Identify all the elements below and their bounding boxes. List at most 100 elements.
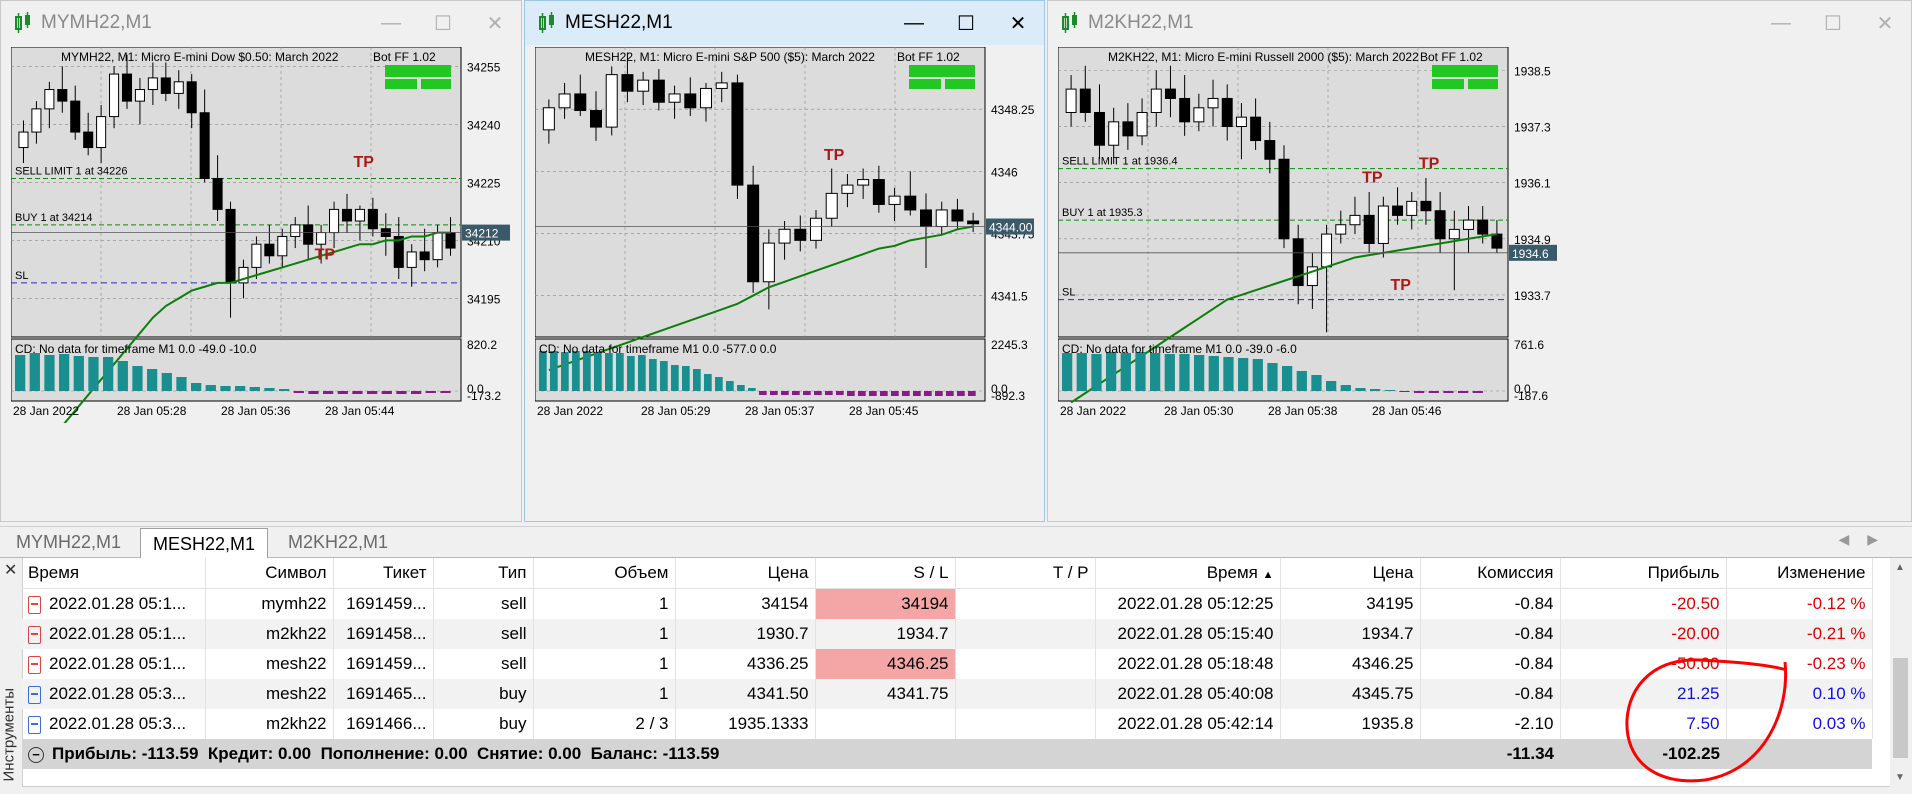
table-row[interactable]: 2022.01.28 05:1... mymh22 1691459... sel… xyxy=(22,588,1873,619)
chart-window-icon xyxy=(1062,12,1077,33)
column-header[interactable]: Цена xyxy=(675,558,816,589)
tab-mymh22[interactable]: MYMH22,M1 xyxy=(4,527,133,557)
candle-body xyxy=(264,243,275,257)
price-tick-label: 1933.7 xyxy=(1514,289,1551,303)
window-titlebar[interactable]: M2KH22,M1 — ☐ ✕ xyxy=(1048,1,1911,45)
close-button[interactable]: ✕ xyxy=(992,11,1044,36)
minimize-button[interactable]: — xyxy=(888,12,940,35)
column-header[interactable]: Изменение xyxy=(1726,558,1873,589)
indicator-axis-label: 761.6 xyxy=(1514,338,1544,352)
cell-tp xyxy=(955,679,1096,709)
histogram-bar xyxy=(367,391,378,394)
cell-symbol: mesh22 xyxy=(205,679,334,709)
summary-row: − Прибыль: -113.59 Кредит: 0.00 Пополнени… xyxy=(22,739,1872,769)
column-header[interactable]: Время xyxy=(22,558,206,589)
candle-body xyxy=(747,184,760,283)
column-header[interactable]: Комиссия xyxy=(1420,558,1561,589)
tab-scroll-arrows[interactable]: ◀▶ xyxy=(1838,531,1896,548)
time-axis-label: 28 Jan 05:30 xyxy=(1164,404,1234,418)
candle-body xyxy=(419,251,430,261)
column-header-sorted[interactable]: Время ▲ xyxy=(1095,558,1281,589)
window-titlebar[interactable]: MESH22,M1 — ☐ ✕ xyxy=(525,1,1044,45)
cell-sl: 4346.25 xyxy=(815,649,956,679)
candle-body xyxy=(57,89,68,102)
candle-body xyxy=(1065,88,1077,113)
cell-volume: 2 / 3 xyxy=(533,709,676,739)
candle-body xyxy=(31,108,42,133)
price-chart[interactable]: 3425534240342253421034195SELL LIMIT 1 at… xyxy=(11,47,513,423)
candle-body xyxy=(1108,121,1120,146)
column-header[interactable]: Прибыль xyxy=(1560,558,1727,589)
histogram-bar xyxy=(1311,375,1322,391)
cell-sl: 34194 xyxy=(815,588,956,619)
scrollbar-thumb[interactable] xyxy=(1893,658,1908,758)
histogram-bar xyxy=(748,388,756,391)
price-chart[interactable]: 4348.2543464343.754341.5TP4344.00MESH22,… xyxy=(535,47,1037,423)
histogram-bar xyxy=(715,377,723,391)
tab-m2kh22[interactable]: M2KH22,M1 xyxy=(276,527,400,557)
column-header[interactable]: Символ xyxy=(205,558,334,589)
tab-mesh22[interactable]: MESH22,M1 xyxy=(140,528,269,558)
cell-tp xyxy=(955,649,1096,679)
cell-time-text: 2022.01.28 05:3... xyxy=(49,684,187,703)
cell-close-time: 2022.01.28 05:15:40 xyxy=(1095,619,1281,649)
histogram-bar xyxy=(1076,353,1087,391)
histogram-bar xyxy=(792,391,800,395)
minimize-button[interactable]: — xyxy=(1755,12,1807,35)
current-price-label: 4344.00 xyxy=(989,221,1033,235)
maximize-button[interactable]: ☐ xyxy=(1807,11,1859,36)
tp-marker: TP xyxy=(1362,170,1383,187)
close-button[interactable]: ✕ xyxy=(469,11,521,36)
histogram-bar xyxy=(440,391,451,393)
maximize-button[interactable]: ☐ xyxy=(417,11,469,36)
column-header[interactable]: Тикет xyxy=(333,558,434,589)
table-row[interactable]: 2022.01.28 05:3... mesh22 1691465... buy… xyxy=(22,679,1873,709)
column-header[interactable]: T / P xyxy=(955,558,1096,589)
column-header[interactable]: Цена xyxy=(1280,558,1421,589)
candle-body xyxy=(967,220,980,225)
chart-window-mymh22[interactable]: MYMH22,M1 — ☐ ✕ 34255 34240 34225 34210 3419… xyxy=(0,0,522,522)
scroll-up-icon[interactable]: ▲ xyxy=(1895,562,1905,573)
cell-close-time: 2022.01.28 05:12:25 xyxy=(1095,588,1281,619)
histogram-bar xyxy=(1135,352,1146,391)
maximize-button[interactable]: ☐ xyxy=(940,11,992,36)
table-row[interactable]: 2022.01.28 05:1... mesh22 1691459... sel… xyxy=(22,649,1873,679)
cell-tp xyxy=(955,588,1096,619)
close-button[interactable]: ✕ xyxy=(1859,11,1911,36)
histogram-bar xyxy=(825,391,833,395)
histogram-bar xyxy=(1120,353,1131,391)
table-row[interactable]: 2022.01.28 05:3... m2kh22 1691466... buy… xyxy=(22,709,1873,739)
price-chart[interactable]: 1938.5 1937.3 1936.1 1934.9 1933.7 SELL LIMIT… xyxy=(1058,47,1560,423)
histogram-bar xyxy=(337,391,348,394)
collapse-icon[interactable]: − xyxy=(28,747,44,763)
vertical-scrollbar[interactable]: ▲ ▼ xyxy=(1890,558,1912,793)
histogram-bar xyxy=(1252,359,1263,391)
histogram-bar xyxy=(638,355,646,391)
table-row[interactable]: 2022.01.28 05:1... m2kh22 1691458... sel… xyxy=(22,619,1873,649)
tp-marker: TP xyxy=(353,154,374,171)
bot-status-badge xyxy=(909,79,941,89)
time-axis-label: 28 Jan 05:36 xyxy=(221,404,291,418)
window-titlebar[interactable]: MYMH22,M1 — ☐ ✕ xyxy=(1,1,521,45)
time-axis-label: 28 Jan 2022 xyxy=(1060,404,1126,418)
order-level-label: SELL LIMIT 1 at 34226 xyxy=(15,165,128,177)
histogram-bar xyxy=(425,391,436,393)
candle-body xyxy=(70,100,81,133)
chart-window-m2kh22[interactable]: M2KH22,M1 — ☐ ✕ 1938.5 1937.3 1936.1 1934.9… xyxy=(1047,0,1912,522)
histogram-bar xyxy=(1223,357,1234,391)
chart-window-mesh22[interactable]: MESH22,M1 — ☐ ✕ 4348.2543464343.754341.5… xyxy=(524,0,1045,522)
cell-volume: 1 xyxy=(533,619,676,649)
column-header[interactable]: Объем xyxy=(533,558,676,589)
cell-price: 1935.1333 xyxy=(675,709,816,739)
candle-body xyxy=(857,179,870,186)
minimize-button[interactable]: — xyxy=(365,12,417,35)
column-header[interactable]: Тип xyxy=(433,558,534,589)
candle-body xyxy=(225,208,236,284)
scroll-down-icon[interactable]: ▼ xyxy=(1895,772,1905,783)
histogram-bar xyxy=(1282,366,1293,391)
histogram-bar xyxy=(1428,391,1439,393)
bot-status-badge xyxy=(385,79,417,89)
order-level-label: BUY 1 at 1935.3 xyxy=(1062,207,1143,219)
column-header[interactable]: S / L xyxy=(815,558,956,589)
close-icon[interactable]: ✕ xyxy=(4,560,17,580)
